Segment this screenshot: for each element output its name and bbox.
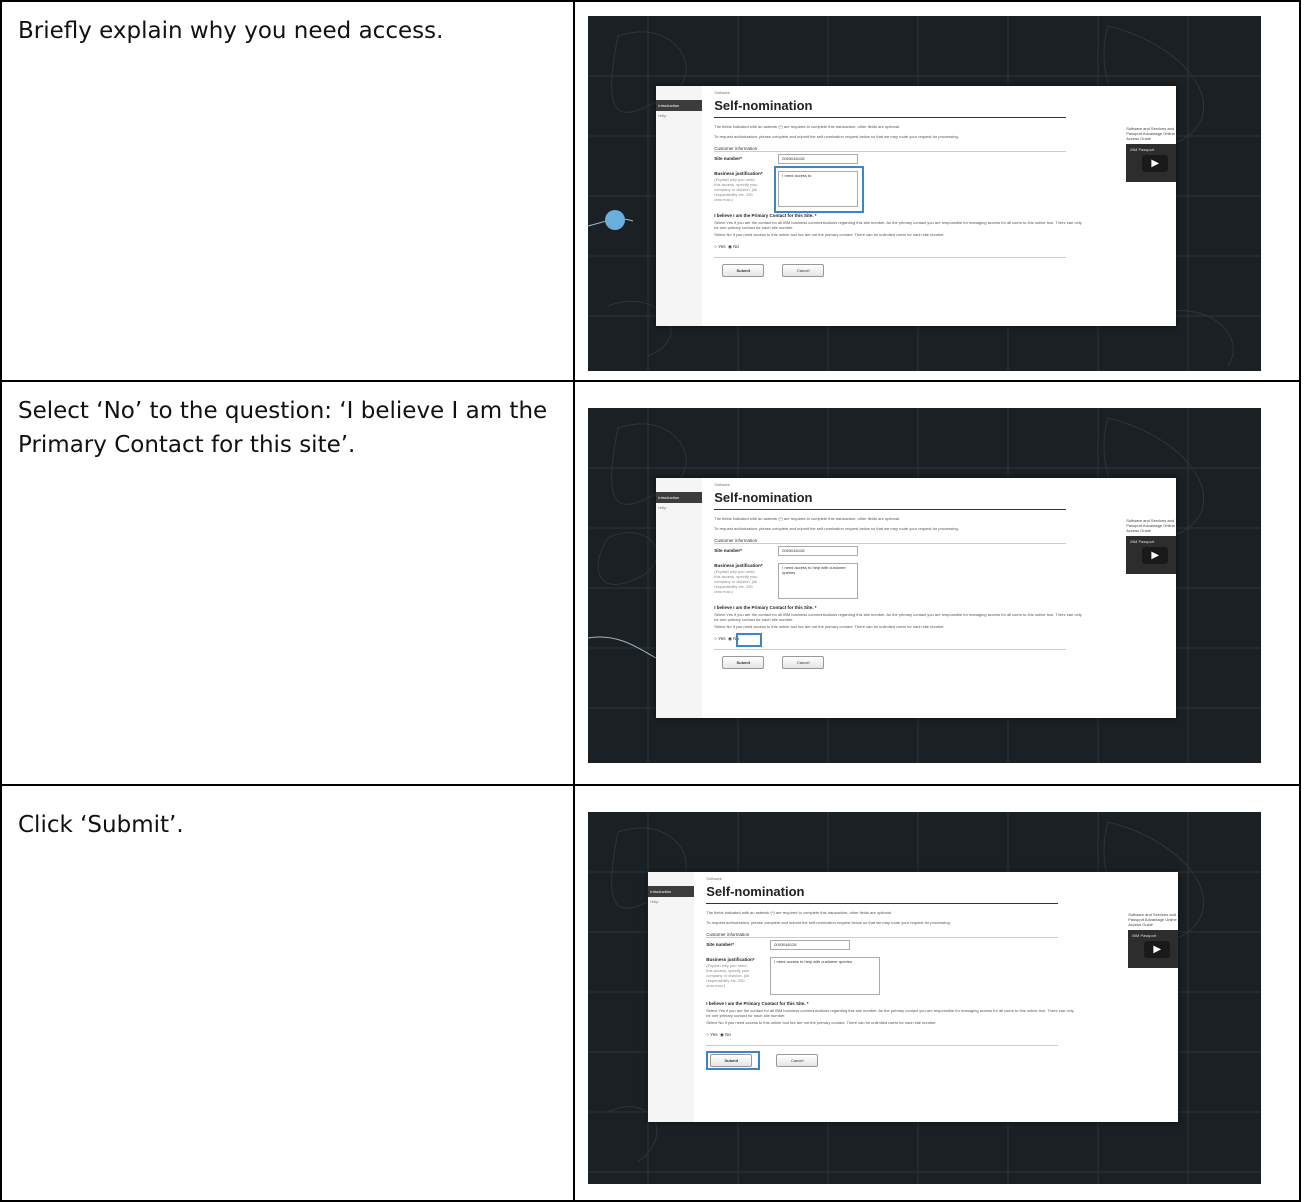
form-sidebar: Introduction Help — [656, 478, 703, 718]
radio-yes[interactable]: ○ Yes — [706, 1032, 717, 1037]
highlight-box — [706, 1051, 761, 1070]
page-title: Self-nomination — [714, 98, 813, 113]
video-thumbnail[interactable]: IBM Passport ▶ — [1128, 930, 1179, 968]
page-title: Self-nomination — [714, 490, 813, 505]
site-number-input[interactable]: 0003046128 — [778, 154, 859, 164]
play-icon[interactable]: ▶ — [1144, 941, 1171, 958]
primary-contact-question: I believe I am the Primary Contact for t… — [706, 1001, 809, 1006]
step-row: Briefly explain why you need access. Int… — [0, 0, 1301, 382]
sidebar-item-introduction[interactable]: Introduction — [648, 886, 695, 897]
radio-no[interactable]: ◉ No — [720, 1032, 731, 1037]
sidebar-item-introduction[interactable]: Introduction — [656, 492, 703, 503]
step-instruction: Select ‘No’ to the question: ‘I believe … — [0, 380, 576, 786]
radio-yes[interactable]: ○ Yes — [714, 244, 725, 249]
video-title: IBM Passport — [1132, 933, 1157, 938]
form-sidebar: Introduction Help — [648, 872, 695, 1122]
site-number-label: Site number* — [714, 548, 743, 553]
section-heading: Customer information — [714, 146, 1067, 152]
access-guide-link[interactable]: Software and Services and Passport Advan… — [1126, 518, 1176, 533]
justification-textarea[interactable]: I need access to help with customer quer… — [778, 563, 859, 599]
screenshot-frame: Introduction Help Software Self-nominati… — [588, 812, 1262, 1184]
form-divider — [706, 1044, 1059, 1046]
sidebar-item-help[interactable]: Help — [648, 897, 694, 906]
required-note: The fields indicated with an asterisk (*… — [714, 516, 901, 521]
title-divider — [706, 903, 1059, 904]
yes-explanation: Select Yes if you are the contact for al… — [714, 220, 1082, 230]
radio-yes[interactable]: ○ Yes — [714, 636, 725, 641]
video-title: IBM Passport — [1130, 539, 1155, 544]
request-note: To request authorization, please complet… — [706, 920, 951, 925]
site-number-input[interactable]: 0003046128 — [778, 546, 859, 556]
video-thumbnail[interactable]: IBM Passport ▶ — [1126, 144, 1177, 182]
instruction-table: Briefly explain why you need access. Int… — [0, 0, 1301, 1202]
cancel-button[interactable]: Cancel — [782, 264, 825, 277]
access-guide-link[interactable]: Software and Services and Passport Advan… — [1128, 912, 1178, 927]
video-thumbnail[interactable]: IBM Passport ▶ — [1126, 536, 1177, 574]
justification-label: Business justification* — [706, 957, 755, 962]
justification-label: Business justification* — [714, 171, 763, 176]
breadcrumb[interactable]: Software — [706, 876, 722, 881]
request-note: To request authorization, please complet… — [714, 134, 959, 139]
screenshot-frame: Introduction Help Software Self-nominati… — [588, 408, 1262, 763]
request-note: To request authorization, please complet… — [714, 526, 959, 531]
no-explanation: Select No if you need access to this onl… — [706, 1020, 937, 1025]
form-card: Introduction Help Software Self-nominati… — [656, 478, 1177, 718]
play-icon[interactable]: ▶ — [1142, 155, 1169, 172]
step-instruction: Briefly explain why you need access. — [0, 0, 576, 382]
section-heading: Customer information — [706, 932, 1059, 938]
justification-hint: (Explain why you need this access, speci… — [714, 569, 758, 594]
form-divider — [714, 648, 1067, 650]
access-guide-link[interactable]: Software and Services and Passport Advan… — [1126, 126, 1176, 141]
submit-button[interactable]: Submit — [722, 264, 765, 277]
submit-button[interactable]: Submit — [722, 656, 765, 669]
sidebar-item-help[interactable]: Help — [656, 111, 702, 120]
step-screenshot-cell: Introduction Help Software Self-nominati… — [573, 784, 1301, 1202]
primary-contact-radios: ○ Yes ◉ No — [714, 636, 739, 642]
site-number-label: Site number* — [706, 942, 735, 947]
primary-contact-question: I believe I am the Primary Contact for t… — [714, 605, 817, 610]
form-card: Introduction Help Software Self-nominati… — [656, 86, 1177, 326]
required-note: The fields indicated with an asterisk (*… — [714, 124, 901, 129]
breadcrumb[interactable]: Software — [714, 482, 730, 487]
form-divider — [714, 256, 1067, 258]
sidebar-item-introduction[interactable]: Introduction — [656, 100, 703, 111]
highlight-box — [774, 166, 865, 213]
yes-explanation: Select Yes if you are the contact for al… — [706, 1008, 1074, 1018]
step-row: Click ‘Submit’. Introduction Help Softwa… — [0, 784, 1301, 1202]
page-title: Self-nomination — [706, 884, 805, 899]
step-screenshot-cell: Introduction Help Software Self-nominati… — [573, 380, 1301, 786]
site-number-label: Site number* — [714, 156, 743, 161]
primary-contact-radios: ○ Yes ◉ No — [706, 1032, 731, 1038]
sidebar-item-help[interactable]: Help — [656, 503, 702, 512]
highlight-box — [736, 633, 763, 647]
step-row: Select ‘No’ to the question: ‘I believe … — [0, 380, 1301, 786]
title-divider — [714, 509, 1067, 510]
form-card: Introduction Help Software Self-nominati… — [648, 872, 1179, 1122]
video-title: IBM Passport — [1130, 147, 1155, 152]
radio-no[interactable]: ◉ No — [728, 244, 739, 249]
cancel-button[interactable]: Cancel — [782, 656, 825, 669]
yes-explanation: Select Yes if you are the contact for al… — [714, 612, 1082, 622]
form-sidebar: Introduction Help — [656, 86, 703, 326]
required-note: The fields indicated with an asterisk (*… — [706, 910, 893, 915]
justification-hint: (Explain why you need this access, speci… — [706, 963, 750, 988]
no-explanation: Select No if you need access to this onl… — [714, 232, 945, 237]
breadcrumb[interactable]: Software — [714, 90, 730, 95]
play-icon[interactable]: ▶ — [1142, 547, 1169, 564]
justification-hint: (Explain why you need this access, speci… — [714, 177, 758, 202]
no-explanation: Select No if you need access to this onl… — [714, 624, 945, 629]
primary-contact-radios: ○ Yes ◉ No — [714, 244, 739, 250]
step-screenshot-cell: Introduction Help Software Self-nominati… — [573, 0, 1301, 382]
justification-textarea[interactable]: I need access to help with customer quer… — [770, 957, 881, 995]
primary-contact-question: I believe I am the Primary Contact for t… — [714, 213, 817, 218]
section-heading: Customer information — [714, 538, 1067, 544]
screenshot-frame: Introduction Help Software Self-nominati… — [588, 16, 1262, 371]
title-divider — [714, 117, 1067, 118]
step-instruction: Click ‘Submit’. — [0, 784, 576, 1202]
site-number-input[interactable]: 0003046128 — [770, 940, 851, 950]
justification-label: Business justification* — [714, 563, 763, 568]
cancel-button[interactable]: Cancel — [776, 1054, 819, 1067]
